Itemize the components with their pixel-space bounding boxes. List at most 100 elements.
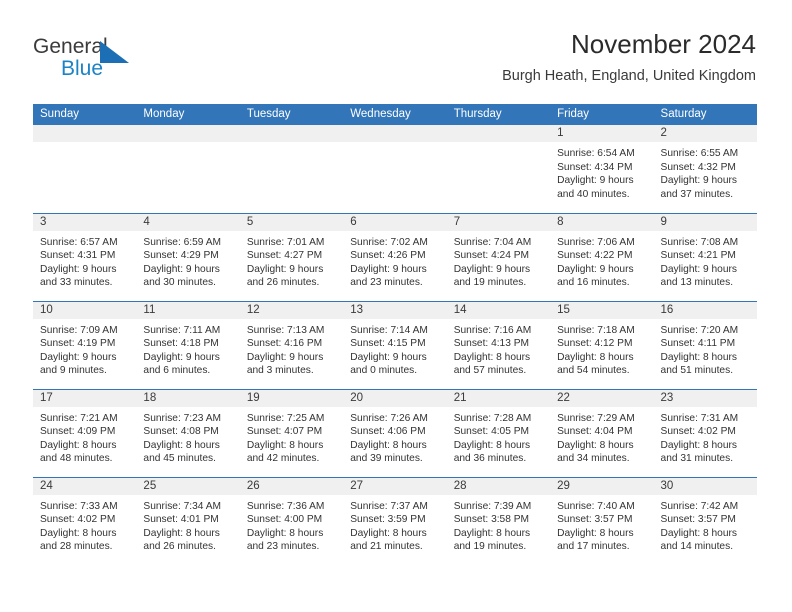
calendar-day-cell[interactable]: 4 Sunrise: 6:59 AM Sunset: 4:29 PM Daylight… — [136, 212, 240, 301]
day-info-line: and 28 minutes. — [40, 541, 113, 553]
calendar-day-cell[interactable]: 27 Sunrise: 7:37 AM Sunset: 3:59 PM Dayligh… — [343, 476, 447, 565]
weekday-header-thursday: Thursday — [446, 104, 551, 125]
calendar-day-cell[interactable]: 1 Sunrise: 6:54 AM Sunset: 4:34 PM Daylight… — [550, 125, 654, 213]
day-number: 4 — [136, 213, 240, 231]
calendar-day-cell[interactable]: 25 Sunrise: 7:34 AM Sunset: 4:01 PM Dayligh… — [136, 476, 240, 565]
day-info-line: Sunrise: 7:20 AM — [660, 324, 739, 336]
calendar-day-cell[interactable]: 2 Sunrise: 6:55 AM Sunset: 4:32 PM Daylight… — [653, 125, 757, 213]
day-info-line: Sunrise: 7:29 AM — [557, 412, 635, 424]
day-sun-info: Sunrise: 7:23 AM Sunset: 4:08 PM Daylight:… — [136, 407, 239, 466]
calendar-day-cell[interactable]: 16 Sunrise: 7:20 AM Sunset: 4:11 PM Dayligh… — [653, 300, 757, 389]
day-info-line: Daylight: 8 hours — [557, 351, 634, 363]
weekday-header-tuesday: Tuesday — [239, 104, 344, 125]
day-info-line: Sunrise: 7:21 AM — [40, 412, 118, 424]
day-number: 8 — [550, 213, 654, 231]
calendar-day-cell[interactable]: 30 Sunrise: 7:42 AM Sunset: 3:57 PM Dayligh… — [653, 476, 757, 565]
day-info-line: and 51 minutes. — [660, 365, 734, 377]
logo-triangle-icon — [100, 41, 129, 63]
calendar-day-cell[interactable]: 26 Sunrise: 7:36 AM Sunset: 4:00 PM Dayligh… — [239, 476, 344, 565]
calendar-day-cell[interactable]: 29 Sunrise: 7:40 AM Sunset: 3:57 PM Dayligh… — [550, 476, 654, 565]
day-sun-info: Sunrise: 7:06 AM Sunset: 4:22 PM Daylight:… — [550, 231, 653, 290]
day-info-line: Sunset: 4:22 PM — [557, 250, 633, 262]
calendar-day-cell[interactable]: 28 Sunrise: 7:39 AM Sunset: 3:58 PM Dayligh… — [446, 476, 551, 565]
calendar-day-cell[interactable]: 15 Sunrise: 7:18 AM Sunset: 4:12 PM Dayligh… — [550, 300, 654, 389]
day-sun-info: Sunrise: 7:16 AM Sunset: 4:13 PM Daylight:… — [447, 319, 550, 378]
day-info-line: Sunset: 4:01 PM — [143, 514, 219, 526]
day-number: 12 — [239, 301, 344, 319]
calendar-day-cell[interactable]: 21 Sunrise: 7:28 AM Sunset: 4:05 PM Dayligh… — [446, 388, 551, 477]
day-info-line: Daylight: 9 hours — [557, 263, 634, 275]
day-info-line: Sunrise: 6:54 AM — [557, 148, 635, 159]
day-info-line: Sunset: 4:06 PM — [350, 426, 426, 438]
day-info-line: and 26 minutes. — [143, 541, 216, 553]
day-sun-info: Sunrise: 7:39 AM Sunset: 3:58 PM Daylight:… — [447, 495, 550, 554]
calendar-day-cell[interactable]: 19 Sunrise: 7:25 AM Sunset: 4:07 PM Dayligh… — [239, 388, 344, 477]
day-info-line: Sunrise: 7:16 AM — [453, 324, 532, 336]
calendar-day-cell[interactable]: 14 Sunrise: 7:16 AM Sunset: 4:13 PM Dayligh… — [446, 300, 551, 389]
calendar-day-cell[interactable]: 18 Sunrise: 7:23 AM Sunset: 4:08 PM Dayligh… — [136, 388, 240, 477]
day-info-line: Daylight: 9 hours — [660, 175, 737, 187]
calendar-day-cell[interactable]: 22 Sunrise: 7:29 AM Sunset: 4:04 PM Dayligh… — [550, 388, 654, 477]
day-info-line: Sunrise: 7:04 AM — [453, 236, 532, 248]
day-info-line: and 40 minutes. — [557, 188, 630, 200]
day-info-line: Daylight: 8 hours — [143, 439, 220, 451]
day-info-line: and 39 minutes. — [350, 453, 423, 465]
day-sun-info: Sunrise: 6:59 AM Sunset: 4:29 PM Daylight:… — [136, 231, 239, 290]
day-info-line: and 57 minutes. — [453, 365, 527, 377]
day-info-line: Sunset: 4:11 PM — [660, 338, 736, 350]
day-sun-info: Sunrise: 7:33 AM Sunset: 4:02 PM Daylight:… — [33, 495, 136, 554]
calendar-day-cell[interactable]: 24 Sunrise: 7:33 AM Sunset: 4:02 PM Dayligh… — [33, 476, 137, 565]
day-info-line: Sunrise: 7:28 AM — [453, 412, 532, 424]
day-number: 20 — [343, 389, 447, 407]
calendar-day-cell[interactable]: 6 Sunrise: 7:02 AM Sunset: 4:26 PM Daylight… — [343, 212, 447, 301]
calendar-day-cell[interactable]: 11 Sunrise: 7:11 AM Sunset: 4:18 PM Dayligh… — [136, 300, 240, 389]
day-info-line: and 33 minutes. — [40, 277, 113, 289]
day-sun-info: Sunrise: 7:18 AM Sunset: 4:12 PM Daylight:… — [550, 319, 653, 378]
calendar-day-cell[interactable]: 8 Sunrise: 7:06 AM Sunset: 4:22 PM Daylight… — [550, 212, 654, 301]
day-info-line: Sunrise: 6:57 AM — [40, 236, 118, 248]
calendar-day-cell[interactable]: 20 Sunrise: 7:26 AM Sunset: 4:06 PM Dayligh… — [343, 388, 447, 477]
calendar-day-cell-empty — [446, 125, 551, 213]
day-info-line: Daylight: 9 hours — [660, 263, 737, 275]
day-info-line: Sunrise: 7:23 AM — [143, 412, 222, 424]
general-blue-logo[interactable]: General Blue — [33, 36, 163, 88]
day-number: 13 — [343, 301, 447, 319]
calendar-week-row: 10 Sunrise: 7:09 AM Sunset: 4:19 PM Dayligh… — [33, 300, 757, 389]
day-info-line: Sunset: 4:02 PM — [660, 426, 736, 438]
day-number: 29 — [550, 477, 654, 495]
day-sun-info: Sunrise: 7:37 AM Sunset: 3:59 PM Daylight:… — [343, 495, 446, 554]
day-info-line: Sunset: 4:34 PM — [557, 161, 633, 173]
calendar-day-cell[interactable]: 7 Sunrise: 7:04 AM Sunset: 4:24 PM Daylight… — [446, 212, 551, 301]
calendar-day-cell[interactable]: 5 Sunrise: 7:01 AM Sunset: 4:27 PM Daylight… — [239, 212, 344, 301]
calendar-day-cell[interactable]: 3 Sunrise: 6:57 AM Sunset: 4:31 PM Daylight… — [33, 212, 137, 301]
calendar-day-cell[interactable]: 23 Sunrise: 7:31 AM Sunset: 4:02 PM Dayligh… — [653, 388, 757, 477]
day-sun-info: Sunrise: 7:28 AM Sunset: 4:05 PM Daylight:… — [447, 407, 550, 466]
day-info-line: and 3 minutes. — [246, 365, 314, 377]
day-info-line: Sunrise: 7:09 AM — [40, 324, 118, 336]
calendar-day-cell[interactable]: 10 Sunrise: 7:09 AM Sunset: 4:19 PM Dayligh… — [33, 300, 137, 389]
calendar-header-row: Sunday Monday Tuesday Wednesday Thursday Frid… — [33, 104, 757, 125]
day-info-line: Sunrise: 6:55 AM — [660, 148, 739, 159]
day-info-line: Sunset: 4:12 PM — [557, 338, 633, 350]
calendar-day-cell[interactable]: 17 Sunrise: 7:21 AM Sunset: 4:09 PM Dayligh… — [33, 388, 137, 477]
day-info-line: Daylight: 8 hours — [350, 439, 427, 451]
calendar-day-cell[interactable]: 9 Sunrise: 7:08 AM Sunset: 4:21 PM Daylight… — [653, 212, 757, 301]
day-info-line: Sunset: 3:57 PM — [557, 514, 633, 526]
calendar-week-row: 3 Sunrise: 6:57 AM Sunset: 4:31 PM Daylight… — [33, 212, 757, 301]
calendar-day-cell[interactable]: 13 Sunrise: 7:14 AM Sunset: 4:15 PM Dayligh… — [343, 300, 447, 389]
day-info-line: Sunrise: 7:08 AM — [660, 236, 739, 248]
day-info-line: Sunset: 4:05 PM — [453, 426, 530, 438]
day-number — [136, 125, 240, 142]
day-info-line: Sunset: 4:21 PM — [660, 250, 736, 262]
day-info-line: Sunrise: 7:14 AM — [350, 324, 428, 336]
weekday-header-sunday: Sunday — [33, 104, 137, 125]
day-sun-info: Sunrise: 6:54 AM Sunset: 4:34 PM Daylight:… — [550, 142, 653, 201]
day-number: 27 — [343, 477, 447, 495]
day-sun-info: Sunrise: 6:55 AM Sunset: 4:32 PM Daylight:… — [654, 142, 757, 201]
calendar-day-cell[interactable]: 12 Sunrise: 7:13 AM Sunset: 4:16 PM Dayligh… — [239, 300, 344, 389]
day-info-line: and 23 minutes. — [350, 277, 423, 289]
logo-text-general: General — [33, 35, 108, 58]
day-sun-info: Sunrise: 7:40 AM Sunset: 3:57 PM Daylight:… — [550, 495, 653, 554]
day-info-line: Sunrise: 7:11 AM — [143, 324, 221, 336]
day-number: 19 — [239, 389, 344, 407]
